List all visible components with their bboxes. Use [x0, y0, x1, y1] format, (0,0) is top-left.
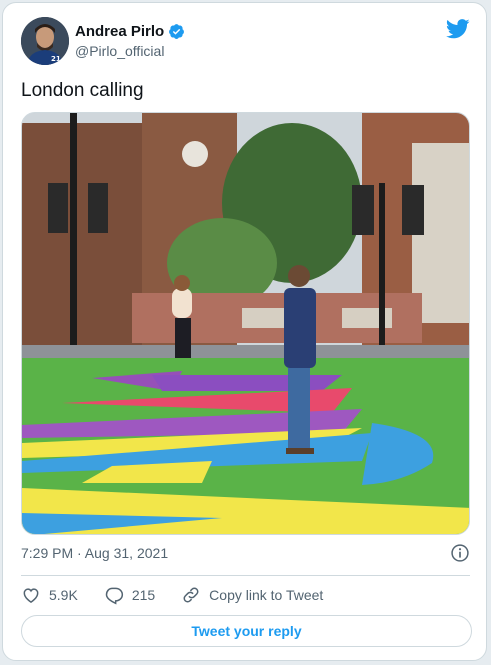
copy-link-button[interactable]: Copy link to Tweet [181, 585, 323, 605]
svg-text:21: 21 [51, 55, 61, 63]
comment-icon [105, 587, 123, 605]
like-button[interactable]: 5.9K [21, 585, 78, 605]
twitter-bird-icon[interactable] [446, 19, 470, 39]
handle[interactable]: @Pirlo_official [75, 43, 164, 59]
tweet-actions: 5.9K 215 Copy link to Tweet [21, 585, 349, 605]
copy-link-label: Copy link to Tweet [209, 587, 324, 603]
heart-icon [23, 588, 39, 603]
link-icon [183, 587, 199, 603]
like-count: 5.9K [49, 587, 78, 603]
verified-badge-icon [169, 24, 185, 39]
info-icon[interactable] [450, 543, 470, 563]
tweet-text: London calling [21, 80, 144, 101]
author-name-row[interactable]: Andrea Pirlo [75, 23, 185, 40]
divider [21, 575, 470, 576]
display-name[interactable]: Andrea Pirlo [75, 23, 164, 40]
reply-button[interactable]: 215 [104, 585, 155, 605]
tweet-timestamp[interactable]: 7:29 PM · Aug 31, 2021 [21, 545, 168, 561]
tweet-photo[interactable] [21, 112, 470, 535]
tweet-your-reply-button[interactable]: Tweet your reply [21, 615, 472, 647]
tweet-card: 21 Andrea Pirlo @Pirlo_official London c… [2, 2, 487, 661]
avatar[interactable]: 21 [21, 17, 69, 65]
reply-count: 215 [131, 587, 156, 603]
